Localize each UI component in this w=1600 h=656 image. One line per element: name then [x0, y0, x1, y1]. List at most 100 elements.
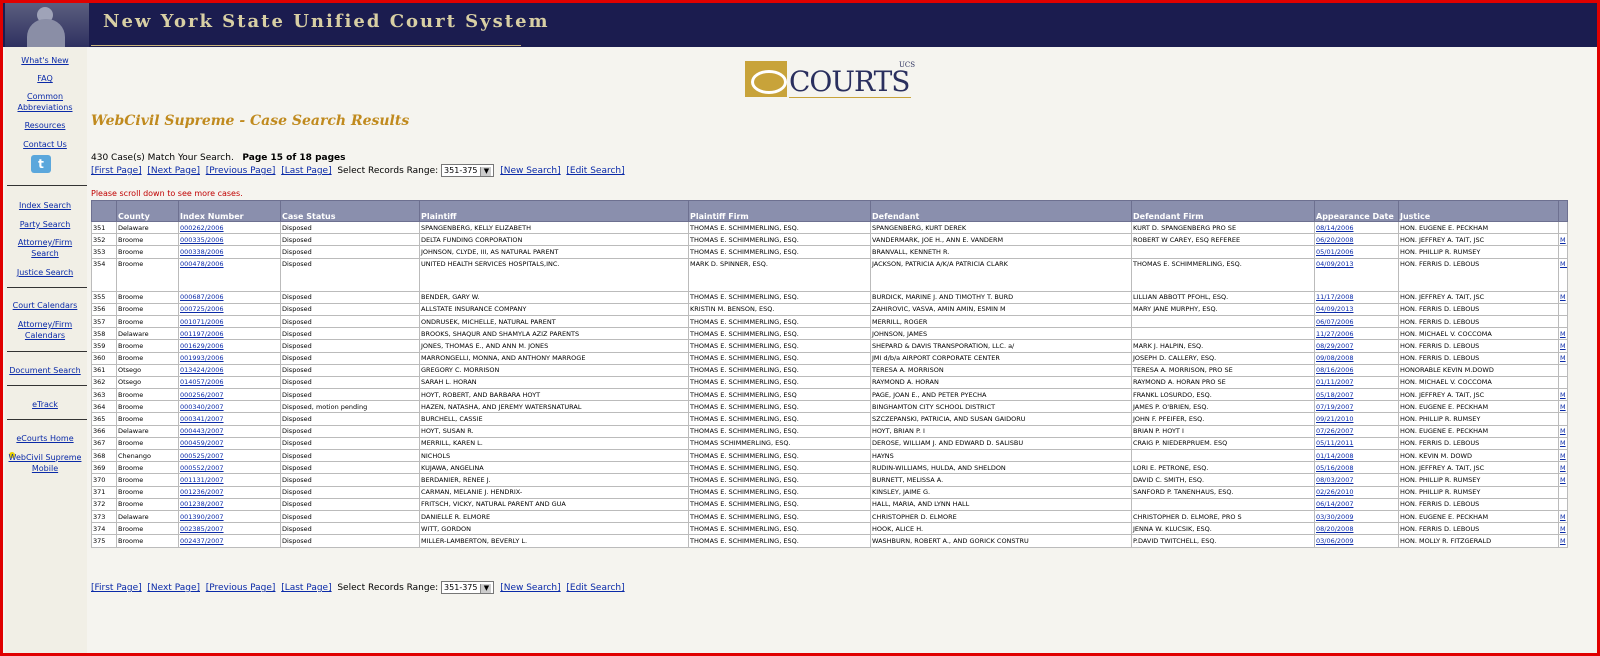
table-cell[interactable]: M [1558, 473, 1568, 487]
first-page-link[interactable]: [First Page] [91, 166, 142, 176]
twitter-icon[interactable]: t [31, 155, 51, 173]
table-cell[interactable]: M [1558, 290, 1568, 304]
table-cell[interactable]: 001390/2007 [178, 509, 281, 524]
table-cell[interactable]: 11/27/2006 [1314, 327, 1399, 341]
table-cell[interactable]: 014057/2006 [178, 375, 281, 390]
sidebar-link[interactable]: Contact Us [5, 139, 85, 150]
table-cell[interactable]: 000335/2006 [178, 233, 281, 247]
table-cell[interactable]: 02/26/2010 [1314, 485, 1399, 499]
sidebar-link[interactable]: Court Calendars [5, 300, 85, 311]
table-cell[interactable]: M [1558, 327, 1568, 341]
next-page-link[interactable]: [Next Page] [147, 583, 200, 593]
table-cell[interactable]: M [1558, 339, 1568, 353]
next-page-link[interactable]: [Next Page] [147, 166, 200, 176]
table-cell[interactable]: 001131/2007 [178, 473, 281, 487]
table-cell[interactable]: 001197/2006 [178, 327, 281, 341]
previous-page-link[interactable]: [Previous Page] [206, 583, 276, 593]
table-cell[interactable]: M [1558, 509, 1568, 524]
table-cell[interactable]: 06/20/2008 [1314, 233, 1399, 247]
table-cell[interactable]: 05/11/2011 [1314, 436, 1399, 451]
table-cell[interactable]: 000338/2006 [178, 245, 281, 259]
table-cell[interactable]: M [1558, 351, 1568, 365]
records-range-select[interactable]: 351-375 ▼ [441, 164, 495, 177]
table-cell[interactable]: 08/14/2006 [1314, 220, 1399, 235]
table-cell[interactable]: 05/18/2007 [1314, 388, 1399, 402]
table-cell[interactable]: M [1558, 233, 1568, 247]
sidebar-link[interactable]: WebCivil Supreme Mobile [5, 452, 85, 474]
edit-search-link[interactable]: [Edit Search] [566, 583, 624, 593]
table-cell[interactable]: 08/16/2006 [1314, 363, 1399, 377]
table-cell[interactable]: 06/07/2006 [1314, 314, 1399, 329]
table-cell[interactable]: 000687/2006 [178, 290, 281, 304]
table-cell[interactable]: 08/29/2007 [1314, 339, 1399, 353]
table-cell[interactable]: 09/21/2010 [1314, 412, 1399, 426]
table-cell[interactable]: 05/16/2008 [1314, 461, 1399, 475]
table-cell[interactable]: 000262/2006 [178, 220, 281, 235]
sidebar-link[interactable]: eTrack [5, 399, 85, 410]
table-cell[interactable]: 01/14/2008 [1314, 448, 1399, 463]
table-cell[interactable]: 08/03/2007 [1314, 473, 1399, 487]
table-cell[interactable]: 09/08/2008 [1314, 351, 1399, 365]
table-cell[interactable]: 000341/2007 [178, 412, 281, 426]
table-cell[interactable]: M [1558, 522, 1568, 536]
table-cell[interactable]: 03/30/2009 [1314, 509, 1399, 524]
table-cell[interactable]: 05/01/2006 [1314, 245, 1399, 259]
table-cell[interactable]: M [1558, 534, 1568, 548]
sidebar-link[interactable]: Document Search [5, 365, 85, 376]
last-page-link[interactable]: [Last Page] [281, 583, 331, 593]
table-cell: HALL, MARIA, AND LYNN HALL [870, 497, 1132, 511]
table-cell[interactable]: 000443/2007 [178, 424, 281, 438]
table-cell[interactable]: M [1558, 448, 1568, 463]
sidebar-link[interactable]: Attorney/Firm Calendars [5, 319, 85, 341]
table-cell[interactable]: 000525/2007 [178, 448, 281, 463]
table-cell[interactable]: M [1558, 388, 1568, 402]
table-cell[interactable]: M [1558, 436, 1568, 451]
sidebar-link[interactable]: eCourts Home [5, 433, 85, 444]
sidebar-link[interactable]: Resources [5, 120, 85, 131]
sidebar-link[interactable]: Common Abbreviations [5, 91, 85, 113]
first-page-link[interactable]: [First Page] [91, 583, 142, 593]
edit-search-link[interactable]: [Edit Search] [566, 166, 624, 176]
table-cell[interactable]: 000478/2006 [178, 257, 281, 292]
table-cell[interactable]: 000552/2007 [178, 461, 281, 475]
sidebar-link[interactable]: FAQ [5, 73, 85, 84]
sidebar-link[interactable]: Attorney/Firm Search [5, 237, 85, 259]
table-cell[interactable]: 04/09/2013 [1314, 257, 1399, 292]
sidebar-link[interactable]: What's New [5, 55, 85, 66]
table-cell[interactable]: 000459/2007 [178, 436, 281, 451]
table-cell[interactable]: 001238/2007 [178, 497, 281, 511]
table-cell: KURT D. SPANGENBERG PRO SE [1131, 220, 1315, 235]
last-page-link[interactable]: [Last Page] [281, 166, 331, 176]
table-cell[interactable]: M [1558, 400, 1568, 414]
table-cell[interactable]: 03/06/2009 [1314, 534, 1399, 548]
table-cell[interactable]: 000340/2007 [178, 400, 281, 414]
table-cell[interactable]: 001993/2006 [178, 351, 281, 365]
sidebar-link[interactable]: Index Search [5, 200, 85, 211]
sidebar-link[interactable]: Party Search [5, 219, 85, 230]
sidebar-link[interactable]: Justice Search [5, 267, 85, 278]
table-cell[interactable]: 001236/2007 [178, 485, 281, 499]
new-search-link[interactable]: [New Search] [500, 166, 560, 176]
table-cell[interactable]: 001071/2006 [178, 314, 281, 329]
table-cell[interactable]: 06/14/2007 [1314, 497, 1399, 511]
table-cell[interactable]: 07/26/2007 [1314, 424, 1399, 438]
table-cell[interactable]: 001629/2006 [178, 339, 281, 353]
table-cell[interactable]: 000256/2007 [178, 388, 281, 402]
table-cell[interactable]: 08/20/2008 [1314, 522, 1399, 536]
table-cell[interactable]: M [1558, 461, 1568, 475]
table-cell: WITT, GORDON [419, 522, 689, 536]
records-range-select[interactable]: 351-375 ▼ [441, 581, 495, 594]
table-cell[interactable]: 000725/2006 [178, 302, 281, 316]
table-cell: Disposed [280, 302, 420, 316]
table-cell[interactable]: 01/11/2007 [1314, 375, 1399, 390]
table-cell[interactable]: M [1558, 424, 1568, 438]
table-cell[interactable]: 002437/2007 [178, 534, 281, 548]
table-cell[interactable]: 013424/2006 [178, 363, 281, 377]
table-cell[interactable]: 07/19/2007 [1314, 400, 1399, 414]
table-cell[interactable]: 11/17/2008 [1314, 290, 1399, 304]
previous-page-link[interactable]: [Previous Page] [206, 166, 276, 176]
table-cell[interactable]: M D [1558, 257, 1568, 292]
new-search-link[interactable]: [New Search] [500, 583, 560, 593]
table-cell[interactable]: 04/09/2013 [1314, 302, 1399, 316]
table-cell[interactable]: 002385/2007 [178, 522, 281, 536]
